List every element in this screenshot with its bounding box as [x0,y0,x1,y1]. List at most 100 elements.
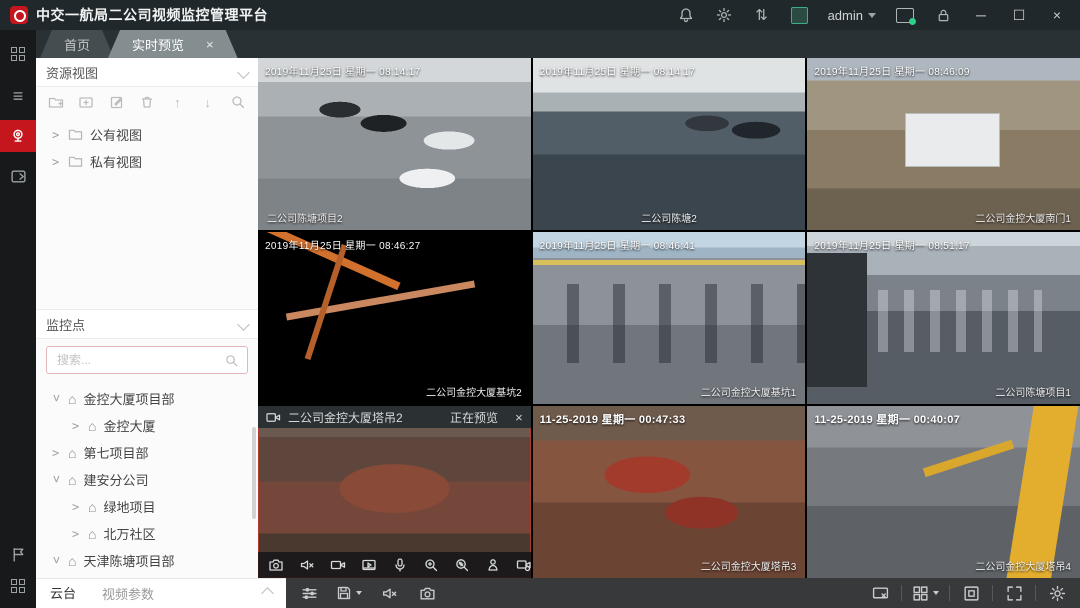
record-icon[interactable] [330,557,346,574]
scene-decoration [533,260,806,265]
edit-icon[interactable] [109,94,125,110]
monitor-points-header[interactable]: 监控点 [36,309,258,339]
move-down-icon[interactable]: ↓ [200,94,216,110]
maximize-button[interactable]: ☐ [1010,6,1028,24]
tree-item-site[interactable]: > ⌂ 金控大厦 [36,412,258,439]
right-column: 首页 实时预览 × 资源视图 [36,30,1080,608]
scene-decoration [878,290,1042,352]
move-up-icon[interactable]: ↑ [169,94,185,110]
camera-tile-6[interactable]: 2019年11月25日 星期一 08:51:17 二公司陈塘项目1 [807,232,1080,404]
tab-ptz[interactable]: 云台 [50,578,76,608]
tree-item-site[interactable]: > ⌂ 绿地项目 [36,493,258,520]
add-view-icon[interactable] [78,94,94,110]
tree-item-site[interactable]: > ⌂ 天津陈塘项目部 [36,547,258,574]
tree-label: 北万社区 [103,524,155,543]
zoom-3d-icon[interactable] [454,557,470,574]
minimize-button[interactable]: ─ [972,6,990,24]
tree-item-site[interactable]: > ⌂ 北万社区 [36,520,258,547]
apps-grid-glyph [11,47,25,61]
content: 资源视图 [36,58,1080,578]
snapshot-icon[interactable] [268,557,284,574]
camera-tile-header: 二公司金控大厦塔吊2 正在预览 × [258,406,531,428]
chevron-expanded-icon: > [50,556,64,565]
chevron-down-icon [868,13,876,18]
traffic-updown-icon[interactable]: ⇅ [753,6,771,24]
resource-view-header[interactable]: 资源视图 [36,58,258,87]
close-icon[interactable]: × [515,410,523,425]
lock-icon[interactable] [934,6,952,24]
close-button[interactable]: × [1048,6,1066,24]
flag-icon[interactable] [0,538,36,570]
add-group-icon[interactable] [48,94,64,110]
tab-home[interactable]: 首页 [40,30,114,58]
camera-tile-7-selected[interactable]: 二公司金控大厦塔吊2 正在预览 × [258,406,531,578]
tree-item-site[interactable]: > ⌂ 金控大厦项目部 [36,385,258,412]
tab-live-preview[interactable]: 实时预览 × [108,30,238,58]
home-icon: ⌂ [88,527,96,541]
monitor-points-title: 监控点 [46,315,85,334]
chevron-right-icon: > [72,419,81,433]
bell-icon[interactable] [677,6,695,24]
delete-icon[interactable] [139,94,155,110]
capture-status-icon[interactable] [896,8,914,23]
search-icon[interactable] [224,353,239,368]
body: ≡ 首页 实时预览 × [0,30,1080,608]
tab-close-icon[interactable]: × [206,37,214,52]
camera-timestamp: 2019年11月25日 星期一 08:14:17 [540,63,695,78]
tab-video-params[interactable]: 视频参数 [102,579,154,608]
panel-spacer [36,179,258,309]
tab-video-params-label: 视频参数 [102,584,154,603]
scrollbar-thumb[interactable] [252,427,256,519]
camera-icon [266,411,281,424]
layout-select-icon[interactable] [912,582,939,604]
user-menu[interactable]: admin [828,8,876,23]
tree-item-site[interactable]: > ⌂ 第七项目部 [36,439,258,466]
collapse-icon[interactable] [261,587,274,600]
tree-item-private-views[interactable]: > 私有视图 [36,148,258,175]
layout-grid-icon[interactable] [0,570,36,602]
snapshot-all-icon[interactable] [416,582,438,604]
app-logo-icon [10,6,28,24]
live-view-icon[interactable] [0,120,36,152]
camera-tile-9[interactable]: 11-25-2019 星期一 00:40:07 二公司金控大厦塔吊4 [807,406,1080,578]
bottom-row: 云台 视频参数 [36,578,1080,608]
gear-icon[interactable] [715,6,733,24]
playback-icon[interactable] [0,160,36,192]
scene-decoration [305,244,348,360]
close-all-icon[interactable] [869,582,891,604]
camera-tile-1[interactable]: 2019年11月25日 星期一 08:14:17 二公司陈塘项目2 [258,58,531,230]
menu-icon[interactable]: ≡ [0,80,36,112]
ptz-config-icon[interactable] [516,557,531,574]
mute-icon[interactable] [299,557,315,574]
audio-mute-icon[interactable] [378,582,400,604]
tab-ptz-label: 云台 [50,583,76,602]
separator [1035,585,1036,601]
camera-tile-3[interactable]: 2019年11月25日 星期一 08:46:09 二公司金控大厦南门1 [807,58,1080,230]
tree-label: 第七项目部 [83,443,148,462]
talk-mic-icon[interactable] [392,557,408,574]
zoom-in-icon[interactable] [423,557,439,574]
camera-tile-4[interactable]: 2019年11月25日 星期一 08:46:27 二公司金控大厦基坑2 [258,232,531,404]
save-view-icon[interactable] [336,582,362,604]
camera-tile-8[interactable]: 11-25-2019 星期一 00:47:33 二公司金控大厦塔吊3 [533,406,806,578]
search-input[interactable] [55,352,224,368]
settings-gear-icon[interactable] [1046,582,1068,604]
resource-toolbar: ↑ ↓ [36,87,258,117]
preset-icon[interactable] [485,557,501,574]
instant-playback-icon[interactable] [361,557,377,574]
camera-label: 二公司陈塘2 [641,210,697,225]
apps-grid-icon[interactable] [0,38,36,70]
fullscreen-icon[interactable] [1003,582,1025,604]
camera-tile-5[interactable]: 2019年11月25日 星期一 08:46:41 二公司金控大厦基坑1 [533,232,806,404]
module-icon[interactable] [791,7,808,24]
chevron-right-icon: > [52,128,61,142]
resource-view-title: 资源视图 [46,63,98,82]
tree-label: 私有视图 [90,152,142,171]
single-screen-icon[interactable] [960,582,982,604]
camera-tile-2[interactable]: 2019年11月25日 星期一 08:14:17 二公司陈塘2 [533,58,806,230]
tree-item-site[interactable]: > ⌂ 建安分公司 [36,466,258,493]
tree-item-public-views[interactable]: > 公有视图 [36,121,258,148]
stream-list-icon[interactable] [298,582,320,604]
search-icon[interactable] [230,94,246,110]
separator [901,585,902,601]
